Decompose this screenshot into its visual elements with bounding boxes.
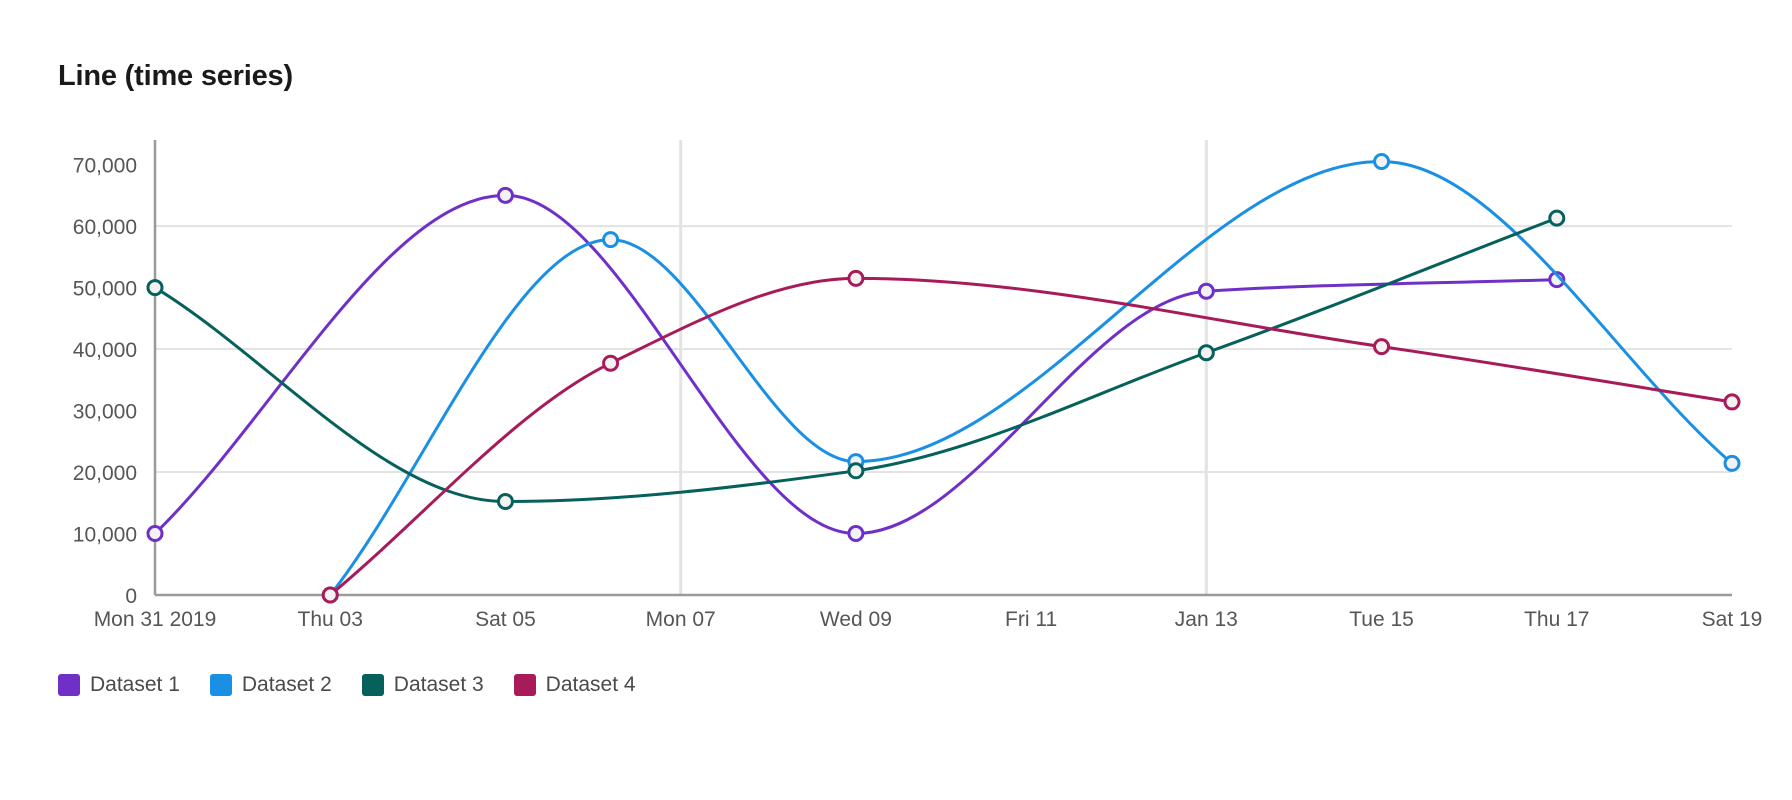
- legend-item-label: Dataset 1: [90, 673, 180, 696]
- data-point-marker[interactable]: [1197, 282, 1215, 300]
- data-point-marker[interactable]: [1723, 393, 1741, 411]
- data-series[interactable]: [146, 186, 1566, 543]
- x-tick-label: Jan 13: [1175, 608, 1238, 631]
- data-point-marker[interactable]: [847, 269, 865, 287]
- data-point-marker[interactable]: [1548, 209, 1566, 227]
- y-tick-label: 10,000: [73, 524, 137, 547]
- y-tick-label: 60,000: [73, 216, 137, 239]
- data-point-marker[interactable]: [1373, 338, 1391, 356]
- data-point-marker[interactable]: [602, 231, 620, 249]
- y-tick-label: 70,000: [73, 155, 137, 178]
- series-line: [328, 276, 1734, 597]
- y-tick-label: 50,000: [73, 278, 137, 301]
- data-point-marker[interactable]: [146, 279, 164, 297]
- x-tick-label: Thu 03: [298, 608, 363, 631]
- x-tick-label: Mon 07: [646, 608, 716, 631]
- data-point-marker[interactable]: [847, 525, 865, 543]
- line-chart-svg[interactable]: 0 10,000 20,000 30,000 40,000 50,000 60,000 70,…: [0, 0, 1792, 660]
- x-tick-label: Sat 05: [475, 608, 536, 631]
- x-tick-label: Thu 17: [1524, 608, 1589, 631]
- legend-item[interactable]: Dataset 4: [513, 673, 636, 697]
- legend-color-swatch: [58, 674, 80, 696]
- grid-lines: [155, 140, 1732, 595]
- chart-card: Line (time series) 0 10,000 20,000 30,000 40…: [0, 0, 1792, 800]
- x-tick-label: Tue 15: [1349, 608, 1414, 631]
- legend-color-swatch: [361, 674, 384, 696]
- legend-item[interactable]: Dataset 1: [58, 673, 180, 697]
- x-tick-label: Sat 19: [1702, 608, 1763, 631]
- y-tick-label: 20,000: [73, 462, 137, 485]
- chart-legend[interactable]: Dataset 1 Dataset 2 Dataset 3 Dataset 4: [58, 673, 666, 697]
- y-axis-tick-labels: 0 10,000 20,000 30,000 40,000 50,000 60,000 70,…: [73, 155, 137, 608]
- y-tick-label: 30,000: [73, 401, 137, 424]
- data-point-marker[interactable]: [1723, 454, 1741, 472]
- data-point-marker[interactable]: [847, 462, 865, 480]
- data-series[interactable]: [321, 269, 1741, 604]
- x-tick-label: Wed 09: [820, 608, 892, 631]
- x-tick-label: Mon 31 2019: [94, 608, 217, 631]
- legend-color-swatch: [209, 674, 232, 696]
- data-point-marker[interactable]: [602, 354, 620, 372]
- data-series[interactable]: [321, 153, 1741, 604]
- data-point-marker[interactable]: [1373, 153, 1391, 171]
- legend-item-label: Dataset 2: [241, 673, 332, 696]
- legend-item-label: Dataset 3: [393, 673, 484, 696]
- series-line: [153, 193, 1559, 536]
- y-tick-label: 40,000: [73, 339, 137, 362]
- data-point-marker[interactable]: [321, 586, 339, 604]
- x-tick-label: Fri 11: [1005, 608, 1057, 631]
- plot-area[interactable]: 0 10,000 20,000 30,000 40,000 50,000 60,000 70,…: [0, 0, 1792, 660]
- legend-color-swatch: [513, 674, 536, 696]
- data-point-marker[interactable]: [496, 493, 514, 511]
- y-tick-label: 0: [125, 585, 137, 608]
- x-axis-tick-labels: Mon 31 2019 Thu 03 Sat 05 Mon 07 Wed 09 Fri 1…: [94, 608, 1763, 631]
- legend-item[interactable]: Dataset 3: [361, 673, 484, 697]
- data-series[interactable]: [146, 209, 1566, 511]
- axis-lines: [153, 140, 1732, 597]
- data-point-marker[interactable]: [496, 186, 514, 204]
- data-point-marker[interactable]: [146, 525, 164, 543]
- legend-item[interactable]: Dataset 2: [209, 673, 332, 697]
- legend-item-label: Dataset 4: [545, 673, 636, 696]
- data-point-marker[interactable]: [1197, 344, 1215, 362]
- data-series-layer[interactable]: [146, 153, 1741, 604]
